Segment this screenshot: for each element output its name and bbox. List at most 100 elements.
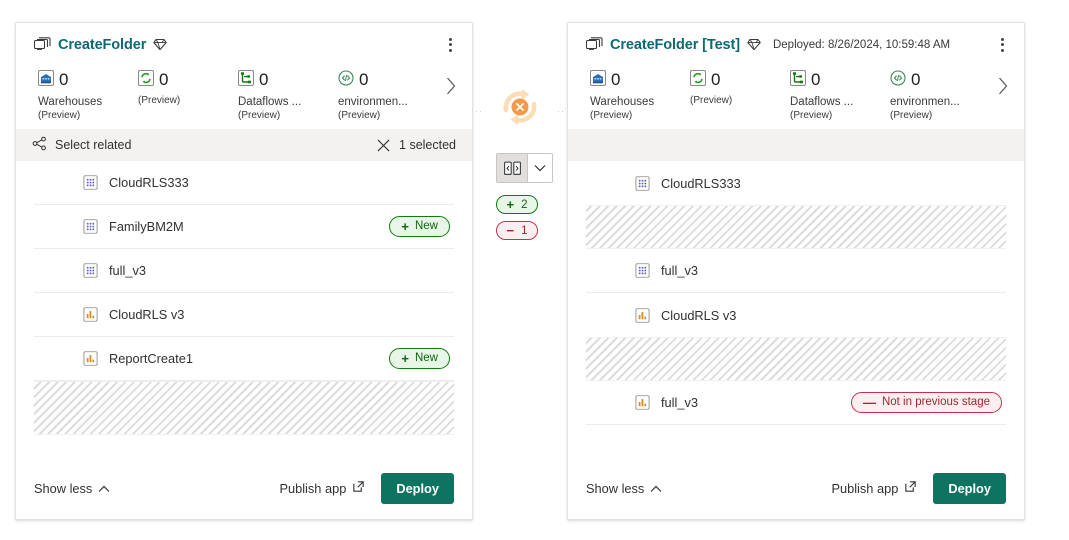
semantic-model-icon [82, 175, 98, 191]
metric-environments-left[interactable]: 0 environmen... (Preview) [338, 69, 438, 123]
item-list-right: CloudRLS333 full_v3 [568, 161, 1024, 457]
placeholder-row [586, 337, 1006, 381]
metric-sublabel: (Preview) [38, 110, 138, 123]
diff-added-badge: + 2 [496, 195, 538, 214]
metric-dataflow-gen2-left[interactable]: 0 (Preview) [138, 69, 238, 108]
list-item[interactable]: FamilyBM2M + New [34, 205, 454, 249]
card-footer-right: Show less Publish app Deploy [568, 457, 1024, 519]
list-item-label: ReportCreate1 [109, 351, 193, 366]
dataflows-icon [790, 70, 806, 89]
show-less-button-right[interactable]: Show less [586, 481, 662, 496]
metric-label: Warehouses [590, 95, 690, 110]
open-in-new-icon [352, 480, 365, 496]
metric-warehouses-right[interactable]: 0 Warehouses (Preview) [590, 69, 690, 123]
select-related-button[interactable]: Select related [32, 136, 131, 154]
plus-icon: + [401, 220, 409, 233]
diamond-premium-icon [747, 38, 761, 51]
list-item-label: CloudRLS v3 [661, 308, 736, 323]
metric-label: environmen... [890, 95, 990, 110]
list-item[interactable]: ReportCreate1 + New [34, 337, 454, 381]
list-item-badge-slot: + New [389, 216, 450, 237]
compare-stages-control [496, 153, 553, 183]
metric-count: 0 [259, 71, 268, 88]
card-footer-left: Show less Publish app Deploy [16, 457, 472, 519]
list-item[interactable]: full_v3 — Not in previous stage [586, 381, 1006, 425]
list-item[interactable]: CloudRLS v3 [586, 293, 1006, 337]
deploy-button-left[interactable]: Deploy [381, 473, 454, 504]
footer-actions-left: Publish app Deploy [279, 473, 454, 504]
status-badge-label: Not in previous stage [882, 397, 990, 409]
status-badge-label: New [415, 221, 438, 233]
metric-dataflows-left[interactable]: 0 Dataflows ... (Preview) [238, 69, 338, 123]
card-header-right: CreateFolder [Test] Deployed: 8/26/2024,… [568, 23, 1024, 53]
close-icon[interactable] [377, 139, 390, 152]
semantic-model-icon [634, 263, 650, 279]
metric-count: 0 [811, 71, 820, 88]
stage-workspace-icon [34, 37, 51, 52]
show-less-button-left[interactable]: Show less [34, 481, 110, 496]
report-icon [82, 307, 98, 323]
item-list-left: CloudRLS333 FamilyBM2M + New [16, 161, 472, 457]
metric-dataflow-gen2-right[interactable]: 0 (Preview) [690, 69, 790, 108]
publish-app-label: Publish app [279, 481, 346, 496]
semantic-model-icon [82, 219, 98, 235]
metric-count: 0 [911, 71, 920, 88]
metric-sublabel: (Preview) [890, 110, 990, 123]
list-item[interactable]: CloudRLS333 [586, 161, 1006, 205]
metrics-next-chevron-icon-right[interactable] [992, 75, 1014, 97]
metric-count: 0 [611, 71, 620, 88]
select-related-toolbar-left: Select related 1 selected [16, 129, 472, 161]
metrics-next-chevron-icon-left[interactable] [440, 75, 462, 97]
metric-label: environmen... [338, 95, 438, 110]
metric-sublabel: (Preview) [690, 95, 790, 108]
metric-sublabel: (Preview) [590, 110, 690, 123]
diff-summary-badges: + 2 − 1 [496, 195, 538, 240]
deployment-pipeline-compare-view: CreateFolder [0, 0, 1069, 540]
warehouse-icon [590, 70, 606, 89]
select-related-label: Select related [55, 138, 131, 152]
deployed-timestamp-right: Deployed: 8/26/2024, 10:59:48 AM [773, 39, 950, 51]
metric-sublabel: (Preview) [338, 110, 438, 123]
list-item[interactable]: full_v3 [586, 249, 1006, 293]
compare-side-by-side-icon[interactable] [497, 154, 528, 182]
semantic-model-icon [634, 175, 650, 191]
minus-icon: − [507, 223, 515, 238]
pipeline-stage-card-right: CreateFolder [Test] Deployed: 8/26/2024,… [567, 22, 1025, 520]
metric-warehouses-left[interactable]: 0 Warehouses (Preview) [38, 69, 138, 123]
chevron-up-icon [98, 481, 110, 496]
status-badge-label: New [415, 353, 438, 365]
metric-sublabel: (Preview) [790, 110, 890, 123]
environment-icon [890, 70, 906, 89]
metric-environments-right[interactable]: 0 environmen... (Preview) [890, 69, 990, 123]
show-less-label: Show less [34, 481, 92, 496]
list-item[interactable]: CloudRLS333 [34, 161, 454, 205]
chevron-down-icon[interactable] [528, 154, 552, 182]
list-item-badge-slot: + New [389, 348, 450, 369]
publish-app-link-left[interactable]: Publish app [279, 480, 365, 496]
list-item[interactable]: full_v3 [34, 249, 454, 293]
diff-removed-count: 1 [521, 225, 527, 237]
report-icon [634, 395, 650, 411]
metric-dataflows-right[interactable]: 0 Dataflows ... (Preview) [790, 69, 890, 123]
status-badge-new: + New [389, 216, 450, 237]
metric-sublabel: (Preview) [238, 110, 338, 123]
publish-app-link-right[interactable]: Publish app [831, 480, 917, 496]
selected-count-label: 1 selected [399, 138, 456, 152]
metrics-row-right: 0 Warehouses (Preview) [568, 53, 1024, 129]
list-item[interactable]: CloudRLS v3 [34, 293, 454, 337]
semantic-model-icon [82, 263, 98, 279]
open-in-new-icon [904, 480, 917, 496]
list-item-label: FamilyBM2M [109, 219, 184, 234]
metric-count: 0 [59, 71, 68, 88]
minus-icon: — [863, 396, 876, 409]
metric-sublabel: (Preview) [138, 95, 238, 108]
connector-dots-left: ·· [475, 106, 483, 116]
selection-status: 1 selected [377, 138, 456, 152]
report-icon [634, 307, 650, 323]
deploy-button-right[interactable]: Deploy [933, 473, 1006, 504]
list-item-label: full_v3 [661, 263, 698, 278]
dataflow-gen2-icon [690, 70, 706, 89]
warehouse-icon [38, 70, 54, 89]
publish-app-label: Publish app [831, 481, 898, 496]
list-item-badge-slot: — Not in previous stage [851, 392, 1002, 413]
